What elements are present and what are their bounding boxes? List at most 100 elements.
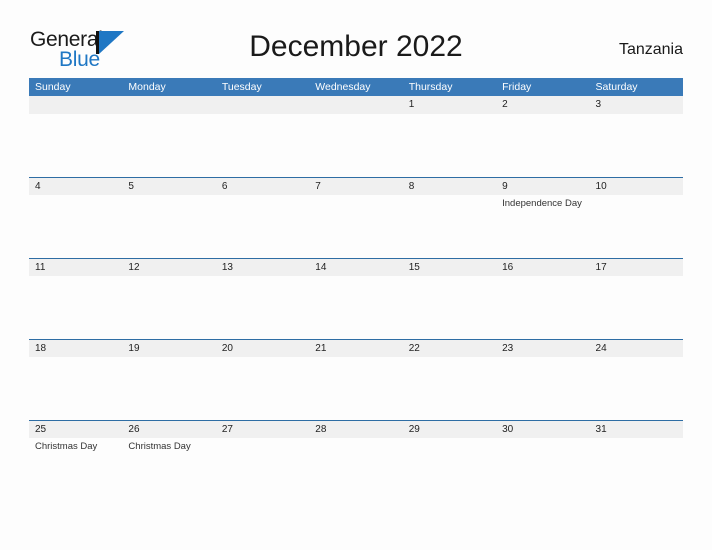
- day-number[interactable]: [216, 96, 309, 114]
- day-number[interactable]: 2: [496, 96, 589, 114]
- day-number[interactable]: 19: [122, 340, 215, 357]
- page-title: December 2022: [249, 30, 463, 63]
- day-number[interactable]: 6: [216, 178, 309, 195]
- week-row: 1 2 3: [29, 96, 683, 177]
- day-cell[interactable]: [403, 357, 496, 420]
- day-number[interactable]: 26: [122, 421, 215, 438]
- day-number[interactable]: 5: [122, 178, 215, 195]
- day-number[interactable]: 31: [590, 421, 683, 438]
- day-number[interactable]: [122, 96, 215, 114]
- day-cell[interactable]: [309, 114, 402, 177]
- day-cell[interactable]: [309, 276, 402, 339]
- day-cell[interactable]: [216, 357, 309, 420]
- day-number[interactable]: 16: [496, 259, 589, 276]
- day-number[interactable]: 3: [590, 96, 683, 114]
- day-number[interactable]: 4: [29, 178, 122, 195]
- weekday-header-thursday: Thursday: [408, 81, 453, 93]
- week-dates-strip: 18 19 20 21 22 23 24: [29, 339, 683, 357]
- day-cell[interactable]: [590, 357, 683, 420]
- day-cell[interactable]: [590, 114, 683, 177]
- day-cell[interactable]: [403, 114, 496, 177]
- weekday-header-sunday: Sunday: [35, 81, 71, 93]
- day-cell[interactable]: [590, 438, 683, 501]
- event-label: Independence Day: [502, 198, 582, 209]
- day-number[interactable]: 11: [29, 259, 122, 276]
- week-row: 4 5 6 7 8 9 10 Independence Day: [29, 177, 683, 258]
- day-cell[interactable]: Independence Day: [496, 195, 589, 258]
- weekday-header-friday: Friday: [502, 81, 532, 93]
- weekday-header-wednesday: Wednesday: [315, 81, 371, 93]
- week-row: 25 26 27 28 29 30 31 Christmas Day Chris…: [29, 420, 683, 501]
- day-cell[interactable]: [29, 114, 122, 177]
- day-cell[interactable]: [590, 276, 683, 339]
- week-dates-strip: 1 2 3: [29, 96, 683, 114]
- week-events-strip: [29, 357, 683, 420]
- region-label: Tanzania: [618, 41, 683, 58]
- page-header: General Blue December 2022 Tanzania: [0, 0, 712, 78]
- day-number[interactable]: 20: [216, 340, 309, 357]
- day-cell[interactable]: [216, 276, 309, 339]
- day-number[interactable]: 25: [29, 421, 122, 438]
- day-number[interactable]: 28: [309, 421, 402, 438]
- day-number[interactable]: 9: [496, 178, 589, 195]
- weekday-header-saturday: Saturday: [595, 81, 638, 93]
- day-cell[interactable]: [216, 195, 309, 258]
- week-row: 11 12 13 14 15 16 17: [29, 258, 683, 339]
- day-cell[interactable]: [122, 276, 215, 339]
- day-cell[interactable]: Christmas Day: [29, 438, 122, 501]
- week-dates-strip: 25 26 27 28 29 30 31: [29, 420, 683, 438]
- event-label: Christmas Day: [128, 441, 191, 452]
- day-number[interactable]: 23: [496, 340, 589, 357]
- day-number[interactable]: 12: [122, 259, 215, 276]
- day-cell[interactable]: [122, 114, 215, 177]
- day-cell[interactable]: [496, 276, 589, 339]
- day-number[interactable]: 30: [496, 421, 589, 438]
- day-number[interactable]: 22: [403, 340, 496, 357]
- day-number[interactable]: 27: [216, 421, 309, 438]
- day-cell[interactable]: [403, 276, 496, 339]
- day-cell[interactable]: [590, 195, 683, 258]
- day-number[interactable]: 18: [29, 340, 122, 357]
- day-cell[interactable]: [496, 357, 589, 420]
- day-number[interactable]: 10: [590, 178, 683, 195]
- day-number[interactable]: 29: [403, 421, 496, 438]
- day-cell[interactable]: [496, 438, 589, 501]
- day-cell[interactable]: [216, 114, 309, 177]
- week-events-strip: Independence Day: [29, 195, 683, 258]
- day-number[interactable]: [309, 96, 402, 114]
- day-cell[interactable]: [122, 195, 215, 258]
- weekday-header-row: Sunday Monday Tuesday Wednesday Thursday…: [29, 78, 683, 96]
- day-number[interactable]: 14: [309, 259, 402, 276]
- day-number[interactable]: 21: [309, 340, 402, 357]
- day-cell[interactable]: [216, 438, 309, 501]
- day-cell[interactable]: [309, 438, 402, 501]
- day-number[interactable]: 7: [309, 178, 402, 195]
- week-row: 18 19 20 21 22 23 24: [29, 339, 683, 420]
- week-events-strip: Christmas Day Christmas Day: [29, 438, 683, 501]
- day-cell[interactable]: [29, 195, 122, 258]
- week-events-strip: [29, 276, 683, 339]
- day-cell[interactable]: [122, 357, 215, 420]
- day-cell[interactable]: [496, 114, 589, 177]
- week-dates-strip: 4 5 6 7 8 9 10: [29, 177, 683, 195]
- day-number[interactable]: 24: [590, 340, 683, 357]
- weekday-header-monday: Monday: [128, 81, 166, 93]
- day-number[interactable]: 8: [403, 178, 496, 195]
- week-events-strip: [29, 114, 683, 177]
- day-cell[interactable]: [403, 195, 496, 258]
- day-cell[interactable]: [29, 357, 122, 420]
- day-cell[interactable]: [403, 438, 496, 501]
- day-cell[interactable]: Christmas Day: [122, 438, 215, 501]
- day-cell[interactable]: [309, 195, 402, 258]
- week-dates-strip: 11 12 13 14 15 16 17: [29, 258, 683, 276]
- day-number[interactable]: 17: [590, 259, 683, 276]
- day-cell[interactable]: [29, 276, 122, 339]
- day-cell[interactable]: [309, 357, 402, 420]
- day-number[interactable]: 15: [403, 259, 496, 276]
- day-number[interactable]: 1: [403, 96, 496, 114]
- day-number[interactable]: [29, 96, 122, 114]
- day-number[interactable]: 13: [216, 259, 309, 276]
- calendar-grid: Sunday Monday Tuesday Wednesday Thursday…: [29, 78, 683, 501]
- weekday-header-tuesday: Tuesday: [221, 81, 262, 93]
- event-label: Christmas Day: [35, 441, 98, 452]
